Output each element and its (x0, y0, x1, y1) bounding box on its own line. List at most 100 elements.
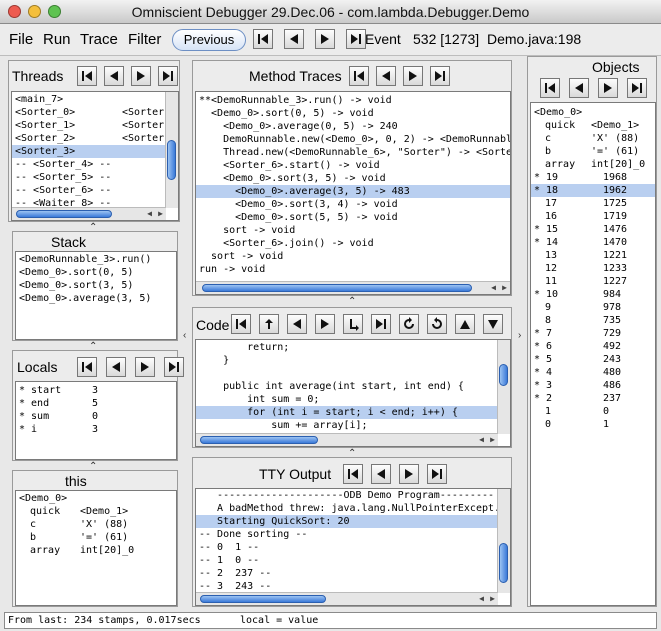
trace-row[interactable]: DemoRunnable.new(<Demo_0>, 0, 2) -> <Dem… (196, 133, 510, 146)
code-row[interactable]: int sum = 0; (196, 393, 510, 406)
stack-row[interactable]: <Demo_0>.sort(3, 5) (16, 279, 176, 292)
stack-row[interactable]: <Demo_0>.average(3, 5) (16, 292, 176, 305)
tty-next-button[interactable] (399, 464, 419, 484)
toolbar-next-button[interactable] (315, 29, 335, 49)
trace-row[interactable]: <Sorter_6>.join() -> void (196, 237, 510, 250)
locals-next-button[interactable] (135, 357, 155, 377)
stack-row[interactable]: <Demo_0>.sort(0, 5) (16, 266, 176, 279)
tty-row[interactable]: A badMethod threw: java.lang.NullPointer… (196, 502, 510, 515)
traces-last-button[interactable] (430, 66, 450, 86)
traces-next-button[interactable] (403, 66, 423, 86)
stack-row[interactable]: <DemoRunnable_3>.run() (16, 253, 176, 266)
objects-prev-button[interactable] (569, 78, 589, 98)
object-row[interactable]: * 6 492 (531, 340, 655, 353)
tty-row[interactable]: -- Done sorting -- (196, 528, 510, 541)
threads-vertical-scrollbar[interactable] (165, 92, 178, 208)
object-row[interactable]: * 4 480 (531, 366, 655, 379)
object-row[interactable]: * 10 984 (531, 288, 655, 301)
thread-row[interactable]: <main_7> (12, 93, 178, 106)
code-row[interactable]: for (int i = start; i < end; i++) { (196, 406, 510, 419)
menu-file[interactable]: File (9, 31, 33, 48)
code-first-button[interactable] (231, 314, 251, 334)
code-prev-button[interactable] (287, 314, 307, 334)
trace-row[interactable]: <Demo_0>.sort(0, 5) -> void (196, 107, 510, 120)
local-row[interactable]: * sum 0 (16, 410, 176, 423)
threads-horizontal-scrollbar[interactable]: ◀ ▶ (12, 207, 166, 220)
code-row[interactable]: return; (196, 341, 510, 354)
code-redo-button[interactable] (399, 314, 419, 334)
trace-row[interactable]: Thread.new(<DemoRunnable_6>, "Sorter") -… (196, 146, 510, 159)
code-vertical-scrollbar[interactable] (497, 340, 510, 434)
object-row[interactable]: quick <Demo_1> (531, 119, 655, 132)
object-row[interactable]: * 18 1962 (531, 184, 655, 197)
this-field-row[interactable]: c 'X' (88) (16, 518, 176, 531)
object-row[interactable]: 17 1725 (531, 197, 655, 210)
local-row[interactable]: * start 3 (16, 384, 176, 397)
trace-row[interactable]: run -> void (196, 263, 510, 276)
object-row[interactable]: * 3 486 (531, 379, 655, 392)
object-row[interactable]: * 2 237 (531, 392, 655, 405)
object-row[interactable]: 01 (531, 418, 655, 431)
previous-button[interactable]: Previous (172, 29, 246, 51)
code-up-button[interactable] (455, 314, 475, 334)
thread-row[interactable]: <Sorter_1> <Sorter (12, 119, 178, 132)
this-field-row[interactable]: quick <Demo_1> (16, 505, 176, 518)
thread-row[interactable]: -- <Sorter_6> -- (12, 184, 178, 197)
this-field-row[interactable]: array int[20]_0 (16, 544, 176, 557)
locals-last-button[interactable] (164, 357, 184, 377)
object-row[interactable]: * 15 1476 (531, 223, 655, 236)
traces-prev-button[interactable] (376, 66, 396, 86)
code-row[interactable]: } (196, 354, 510, 367)
code-down-button[interactable] (483, 314, 503, 334)
object-row[interactable]: b '=' (61) (531, 145, 655, 158)
objects-first-button[interactable] (540, 78, 560, 98)
object-row[interactable]: 12 1233 (531, 262, 655, 275)
tty-first-button[interactable] (343, 464, 363, 484)
object-row[interactable]: 13 1221 (531, 249, 655, 262)
code-stepover-button[interactable] (343, 314, 363, 334)
objects-last-button[interactable] (627, 78, 647, 98)
menu-trace[interactable]: Trace (80, 31, 118, 48)
code-next-button[interactable] (315, 314, 335, 334)
trace-row[interactable]: sort -> void (196, 224, 510, 237)
object-row[interactable]: 8 735 (531, 314, 655, 327)
threads-first-button[interactable] (77, 66, 97, 86)
toolbar-prev-button[interactable] (284, 29, 304, 49)
code-horizontal-scrollbar[interactable]: ◀ ▶ (196, 433, 498, 446)
object-row[interactable]: c 'X' (88) (531, 132, 655, 145)
tty-prev-button[interactable] (371, 464, 391, 484)
trace-row[interactable]: <Demo_0>.average(0, 5) -> 240 (196, 120, 510, 133)
trace-row[interactable]: <Demo_0>.sort(3, 5) -> void (196, 172, 510, 185)
locals-first-button[interactable] (77, 357, 97, 377)
object-row[interactable]: array int[20]_0 (531, 158, 655, 171)
code-row[interactable] (196, 367, 510, 380)
trace-row[interactable]: <Demo_0>.average(3, 5) -> 483 (196, 185, 510, 198)
menu-run[interactable]: Run (43, 31, 71, 48)
object-row[interactable]: 16 1719 (531, 210, 655, 223)
code-stepout-button[interactable] (259, 314, 279, 334)
object-row[interactable]: * 7 729 (531, 327, 655, 340)
thread-row[interactable]: -- <Sorter_5> -- (12, 171, 178, 184)
tty-row[interactable]: -- 2 237 -- (196, 567, 510, 580)
this-field-row[interactable]: b '=' (61) (16, 531, 176, 544)
objects-next-button[interactable] (598, 78, 618, 98)
object-row[interactable]: 9 978 (531, 301, 655, 314)
tty-horizontal-scrollbar[interactable]: ◀ ▶ (196, 592, 498, 605)
code-undo-button[interactable] (427, 314, 447, 334)
locals-prev-button[interactable] (106, 357, 126, 377)
menu-filter[interactable]: Filter (128, 31, 161, 48)
thread-row[interactable]: <Sorter_0> <Sorter (12, 106, 178, 119)
code-row[interactable]: sum += array[i]; (196, 419, 510, 432)
local-row[interactable]: * i 3 (16, 423, 176, 436)
tty-row[interactable]: ---------------------ODB Demo Program---… (196, 489, 510, 502)
local-row[interactable]: * end 5 (16, 397, 176, 410)
thread-row[interactable]: <Sorter_2> <Sorter (12, 132, 178, 145)
object-row[interactable]: 10 (531, 405, 655, 418)
code-row[interactable]: public int average(int start, int end) { (196, 380, 510, 393)
tty-row[interactable]: -- 0 1 -- (196, 541, 510, 554)
trace-row[interactable]: **<DemoRunnable_3>.run() -> void (196, 94, 510, 107)
threads-last-button[interactable] (158, 66, 178, 86)
trace-row[interactable]: sort -> void (196, 250, 510, 263)
object-row[interactable]: * 19 1968 (531, 171, 655, 184)
code-last-button[interactable] (371, 314, 391, 334)
